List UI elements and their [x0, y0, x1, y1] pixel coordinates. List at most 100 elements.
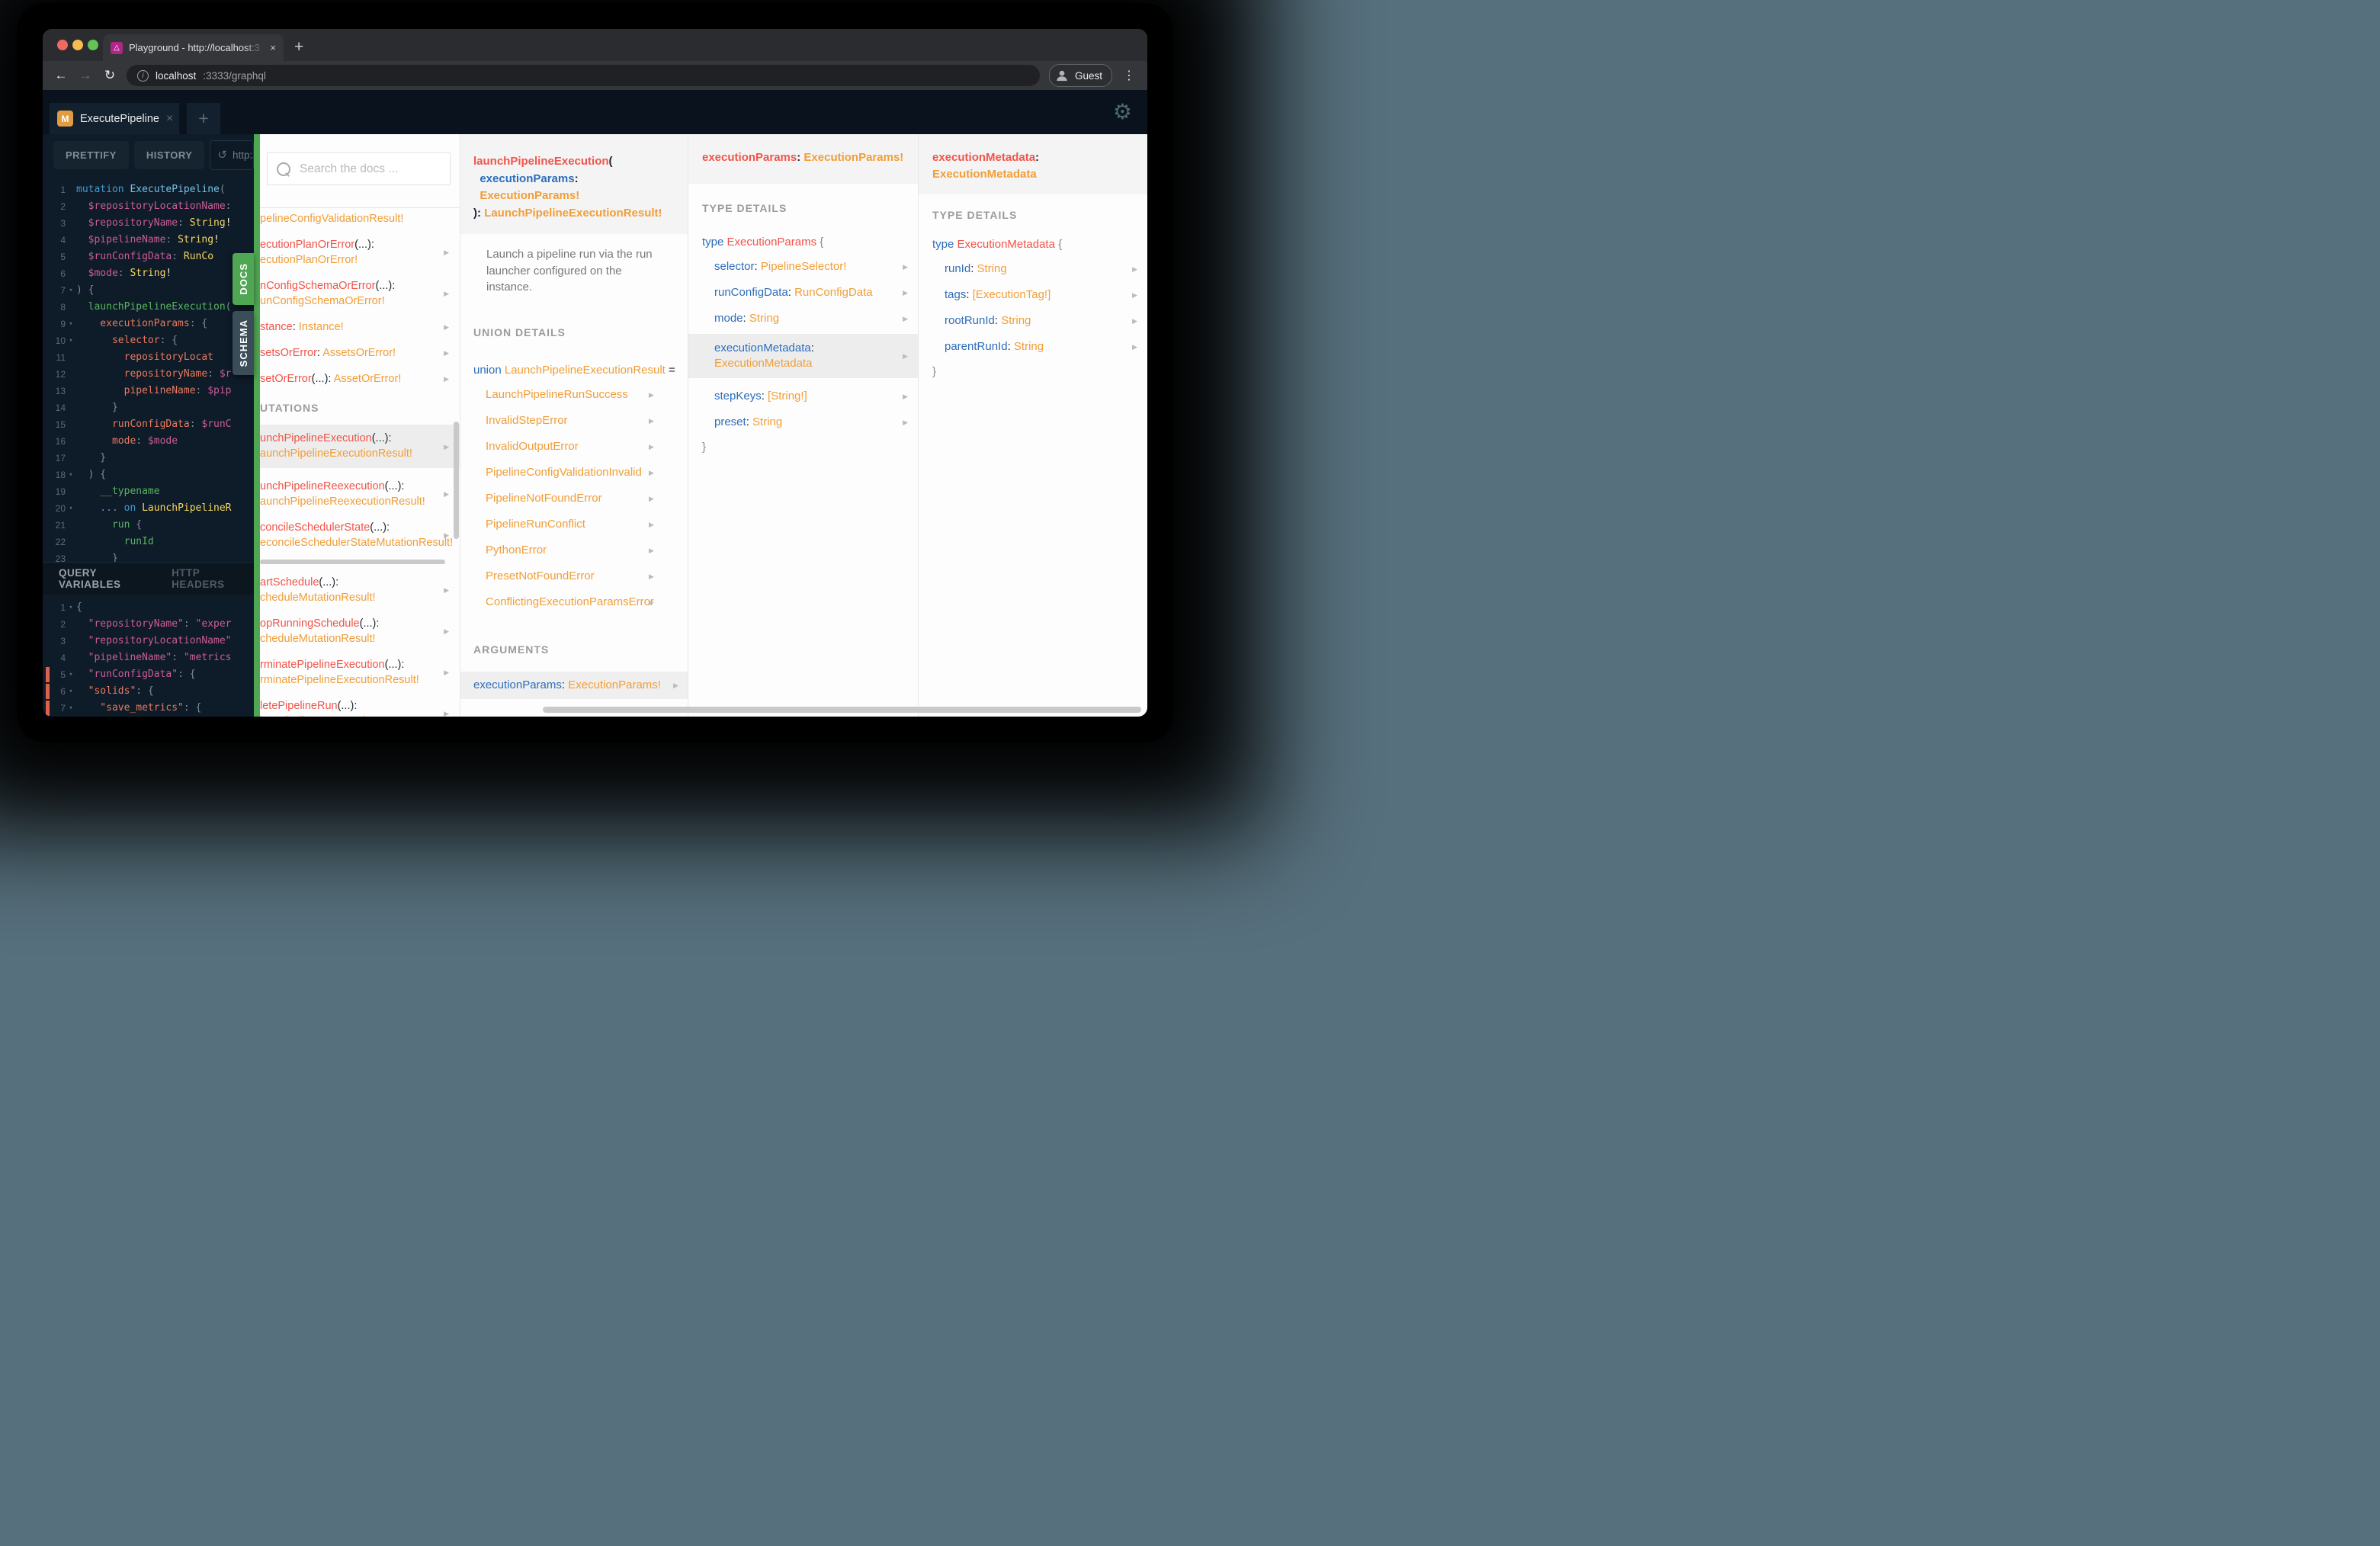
- code-line: 17 }: [43, 450, 254, 467]
- doc-item[interactable]: opRunningSchedule(...): cheduleMutationRe…: [260, 616, 460, 646]
- zoom-window-button[interactable]: [88, 40, 98, 50]
- endpoint-input[interactable]: ↺ http://loc: [210, 140, 254, 170]
- variables-editor[interactable]: 1 ▾{2 "repositoryName": "exper 3 "reposito…: [43, 595, 254, 717]
- union-member[interactable]: LaunchPipelineRunSuccess ▶: [486, 387, 665, 403]
- docs-list-horizontal-scrollbar[interactable]: [260, 560, 445, 564]
- forward-icon[interactable]: →: [78, 68, 93, 83]
- prettify-button[interactable]: PRETTIFY: [53, 140, 129, 169]
- union-member[interactable]: InvalidOutputError ▶: [486, 439, 665, 454]
- type-field[interactable]: stepKeys: [String!] ▶: [714, 389, 918, 404]
- chevron-right-icon: ▶: [903, 352, 908, 360]
- line-number: 10: [55, 335, 66, 346]
- union-member[interactable]: PipelineNotFoundError ▶: [486, 491, 665, 506]
- url-path: :3333/graphql: [203, 69, 266, 82]
- search-input[interactable]: [298, 161, 441, 177]
- line-number: 18: [55, 470, 66, 480]
- code-line: 7 ▾ "save_metrics": {: [43, 700, 254, 717]
- chevron-right-icon: ▶: [649, 520, 654, 528]
- docs-horizontal-scrollbar[interactable]: [543, 707, 1141, 713]
- close-window-button[interactable]: [57, 40, 68, 50]
- add-tab-button[interactable]: +: [187, 103, 220, 134]
- code-line: 3 $repositoryName: String!: [43, 215, 254, 232]
- line-number: 5: [60, 252, 66, 262]
- doc-item[interactable]: unchPipelineExecution(...): aunchPipeline…: [260, 425, 460, 468]
- history-button[interactable]: HISTORY: [133, 140, 205, 169]
- metadata-detail-column: executionMetadata: ExecutionMetadata TYP…: [919, 134, 1147, 717]
- union-member[interactable]: PipelineRunConflict ▶: [486, 517, 665, 532]
- argument-row[interactable]: executionParams: ExecutionParams! ▶: [460, 671, 688, 699]
- back-icon[interactable]: ←: [53, 68, 69, 83]
- line-number: 16: [55, 436, 66, 447]
- url-bar[interactable]: i localhost :3333/graphql: [127, 65, 1040, 86]
- doc-item[interactable]: rminatePipelineExecution(...): rminatePip…: [260, 657, 460, 688]
- doc-item[interactable]: concileSchedulerState(...): econcileSched…: [260, 520, 460, 550]
- line-number: 2: [60, 619, 66, 630]
- type-field[interactable]: mode: String ▶: [714, 311, 918, 326]
- chevron-right-icon: ▶: [903, 393, 908, 400]
- browser-tab-title: Playground - http://localhost:3: [129, 41, 265, 54]
- profile-button[interactable]: Guest: [1048, 64, 1112, 87]
- reload-icon[interactable]: ↻: [102, 68, 117, 83]
- line-number: 20: [55, 503, 66, 514]
- url-host: localhost: [156, 69, 197, 82]
- doc-item[interactable]: letePipelineRun(...):letePipelineRunResu…: [260, 698, 460, 717]
- code-line: 18 ▾ ) {: [43, 467, 254, 483]
- type-field[interactable]: runConfigData: RunConfigData ▶: [714, 285, 918, 300]
- line-number: 4: [60, 653, 66, 663]
- union-member[interactable]: InvalidStepError ▶: [486, 413, 665, 428]
- type-field[interactable]: executionMetadata: ExecutionMetadata ▶: [688, 334, 918, 378]
- playground-tab-close-icon[interactable]: ×: [166, 112, 173, 126]
- chevron-right-icon: ▶: [649, 442, 654, 451]
- chevron-right-icon: ▶: [444, 323, 449, 331]
- doc-item[interactable]: pelineConfigValidationResult!: [260, 211, 460, 226]
- code-line: 21 run {: [43, 517, 254, 534]
- doc-item[interactable]: unchPipelineReexecution(...): aunchPipeli…: [260, 479, 460, 509]
- schema-side-tab[interactable]: SCHEMA: [233, 311, 254, 375]
- doc-item[interactable]: ecutionPlanOrError(...): ecutionPlanOrErr…: [260, 237, 460, 268]
- type-field[interactable]: parentRunId: String ▶: [945, 339, 1147, 354]
- union-member[interactable]: PythonError ▶: [486, 543, 665, 558]
- chevron-right-icon: ▶: [444, 349, 449, 357]
- settings-gear-icon[interactable]: ⚙: [1113, 99, 1132, 124]
- line-number: 15: [55, 419, 66, 430]
- doc-item[interactable]: setsOrError: AssetsOrError! ▶: [260, 345, 460, 361]
- doc-item[interactable]: artSchedule(...): cheduleMutationResult! ▶: [260, 575, 460, 605]
- docs-list-scrollbar[interactable]: [454, 422, 459, 539]
- doc-item[interactable]: setOrError(...): AssetOrError! ▶: [260, 371, 460, 386]
- chevron-right-icon: ▶: [649, 494, 654, 502]
- tab-http-headers[interactable]: HTTP HEADERS: [172, 567, 254, 590]
- tab-query-variables[interactable]: QUERY VARIABLES: [59, 567, 159, 590]
- doc-item[interactable]: nConfigSchemaOrError(...): unConfigSchema…: [260, 278, 460, 309]
- union-member[interactable]: ConflictingExecutionParamsError ▶: [486, 595, 665, 610]
- type-field[interactable]: runId: String ▶: [945, 261, 1147, 277]
- closing-brace: }: [702, 441, 707, 454]
- graphql-favicon-icon: △: [111, 41, 123, 54]
- union-declaration: union LaunchPipelineExecutionResult =: [473, 363, 675, 377]
- error-marker: [46, 701, 50, 716]
- chevron-right-icon: ▶: [444, 586, 449, 594]
- type-field[interactable]: selector: PipelineSelector! ▶: [714, 259, 918, 274]
- chevron-right-icon: ▶: [903, 315, 908, 322]
- query-editor[interactable]: 1 mutation ExecutePipeline(2 $repositoryL…: [43, 175, 254, 568]
- type-field[interactable]: preset: String ▶: [714, 415, 918, 430]
- browser-tab[interactable]: △ Playground - http://localhost:3 ×: [103, 34, 284, 61]
- browser-menu-icon[interactable]: ⋮: [1121, 68, 1137, 83]
- type-field[interactable]: tags: [ExecutionTag!] ▶: [945, 287, 1147, 303]
- playground-tab[interactable]: M ExecutePipeline ×: [50, 103, 179, 134]
- site-info-icon[interactable]: i: [137, 69, 149, 82]
- union-member[interactable]: PresetNotFoundError ▶: [486, 569, 665, 584]
- line-number: 11: [56, 352, 66, 363]
- minimize-window-button[interactable]: [72, 40, 83, 50]
- chevron-right-icon: ▶: [1132, 343, 1137, 351]
- docs-side-tab[interactable]: DOCS: [233, 253, 254, 305]
- doc-item[interactable]: stance: Instance! ▶: [260, 319, 460, 335]
- type-declaration: type ExecutionMetadata {: [932, 238, 1063, 251]
- chevron-right-icon: ▶: [673, 681, 678, 689]
- tab-close-icon[interactable]: ×: [270, 42, 276, 53]
- new-tab-button[interactable]: +: [294, 36, 303, 59]
- avatar-icon: [1057, 70, 1067, 82]
- type-field[interactable]: rootRunId: String ▶: [945, 313, 1147, 329]
- endpoint-value: http://loc: [233, 149, 253, 161]
- union-member[interactable]: PipelineConfigValidationInvalid ▶: [486, 465, 665, 480]
- code-line: 10 ▾ selector: {: [43, 332, 254, 349]
